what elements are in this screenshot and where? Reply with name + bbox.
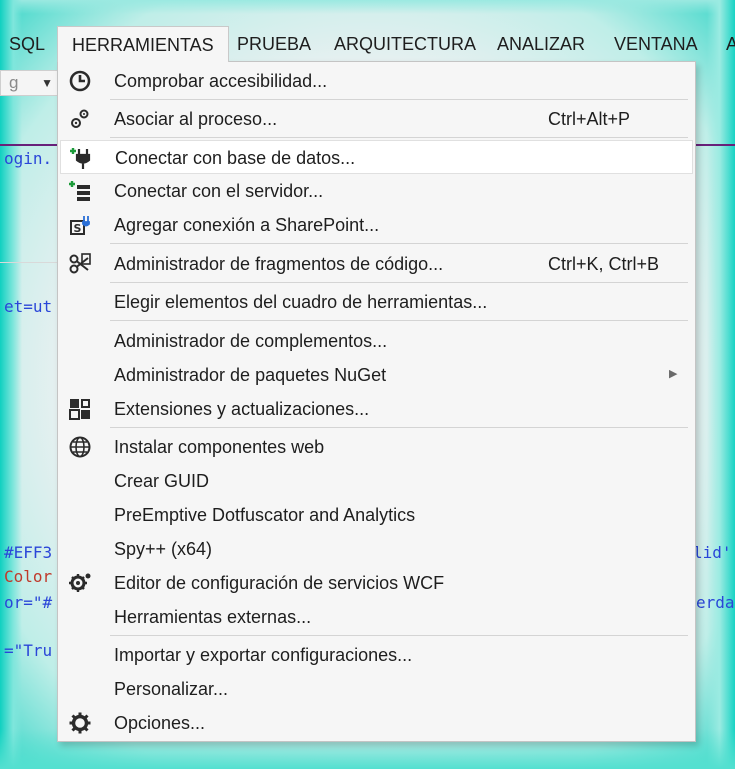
menu-item-conectar-base-datos[interactable]: Conectar con base de datos...: [60, 140, 693, 174]
chevron-down-icon: ▼: [41, 76, 53, 90]
menu-item-conectar-servidor[interactable]: Conectar con el servidor...: [60, 174, 693, 208]
menu-item-label: Instalar componentes web: [114, 437, 325, 457]
menu-separator: [110, 427, 688, 428]
code-fragment: ogin.: [4, 149, 53, 168]
menu-item-label: Editor de configuración de servicios WCF: [114, 573, 445, 593]
svg-text:S: S: [74, 222, 82, 235]
menu-item-opciones[interactable]: Opciones...: [60, 706, 693, 740]
connect-database-icon: [69, 146, 93, 170]
menu-item-label: Administrador de paquetes NuGet: [114, 365, 387, 385]
menu-item-label: Crear GUID: [114, 471, 210, 491]
menu-arquitectura[interactable]: ARQUITECTURA: [334, 34, 476, 55]
menu-separator: [110, 635, 688, 636]
menu-item-editor-wcf[interactable]: Editor de configuración de servicios WCF: [60, 566, 693, 600]
menu-item-instalar-componentes-web[interactable]: Instalar componentes web: [60, 430, 693, 464]
menu-item-label: Conectar con base de datos...: [115, 148, 356, 168]
code-snippets-icon: [68, 252, 92, 276]
wcf-config-icon: [68, 571, 92, 595]
menu-sql[interactable]: SQL: [9, 34, 45, 55]
code-fragment: lid': [693, 543, 732, 562]
code-fragment: erda: [696, 593, 735, 612]
menu-item-label: Administrador de complementos...: [114, 331, 388, 351]
accessibility-check-icon: [68, 69, 92, 93]
desktop-glow-top: [0, 0, 735, 14]
menu-separator: [110, 282, 688, 283]
menu-separator: [110, 320, 688, 321]
menu-prueba[interactable]: PRUEBA: [237, 34, 311, 55]
menu-item-elegir-elementos-cuadro[interactable]: Elegir elementos del cuadro de herramien…: [60, 285, 693, 319]
menu-bar: SQL HERRAMIENTAS PRUEBA ARQUITECTURA ANA…: [0, 26, 735, 62]
code-fragment: et=ut: [4, 297, 53, 316]
menu-item-shortcut: Ctrl+Alt+P: [548, 109, 631, 129]
attach-process-icon: [68, 107, 92, 131]
menu-item-administrador-complementos[interactable]: Administrador de complementos...: [60, 324, 693, 358]
menu-item-label: Herramientas externas...: [114, 607, 312, 627]
menu-separator: [110, 137, 688, 138]
code-fragment: or="#: [4, 593, 53, 612]
sharepoint-icon: S: [68, 213, 92, 237]
code-fragment: #EFF3: [4, 543, 53, 562]
menu-item-label: Extensiones y actualizaciones...: [114, 399, 370, 419]
submenu-arrow-icon: ▶: [669, 368, 678, 380]
gear-icon: [68, 711, 92, 735]
menu-item-nuget[interactable]: Administrador de paquetes NuGet ▶: [60, 358, 693, 392]
toolbar-combo-value: g: [9, 73, 19, 92]
desktop-glow-right: [707, 0, 735, 769]
menu-item-label: Personalizar...: [114, 679, 229, 699]
menu-item-label: Spy++ (x64): [114, 539, 213, 559]
menu-item-label: Agregar conexión a SharePoint...: [114, 215, 380, 235]
menu-item-crear-guid[interactable]: Crear GUID: [60, 464, 693, 498]
menu-item-dotfuscator[interactable]: PreEmptive Dotfuscator and Analytics: [60, 498, 693, 532]
menu-analizar[interactable]: ANALIZAR: [497, 34, 585, 55]
menu-item-importar-exportar[interactable]: Importar y exportar configuraciones...: [60, 638, 693, 672]
code-fragment: Color: [4, 567, 53, 586]
menu-item-label: Elegir elementos del cuadro de herramien…: [114, 292, 488, 312]
web-components-icon: [68, 435, 92, 459]
menu-item-label: Asociar al proceso...: [114, 109, 278, 129]
menu-item-comprobar-accesibilidad[interactable]: Comprobar accesibilidad...: [60, 64, 693, 98]
connect-server-icon: [68, 179, 92, 203]
menu-item-extensiones[interactable]: Extensiones y actualizaciones...: [60, 392, 693, 426]
menu-item-herramientas-externas[interactable]: Herramientas externas...: [60, 600, 693, 634]
toolbar-combo[interactable]: g ▼: [0, 70, 60, 96]
menu-item-label: PreEmptive Dotfuscator and Analytics: [114, 505, 416, 525]
menu-separator: [110, 99, 688, 100]
menu-item-label: Importar y exportar configuraciones...: [114, 645, 413, 665]
menu-item-personalizar[interactable]: Personalizar...: [60, 672, 693, 706]
menu-herramientas[interactable]: HERRAMIENTAS: [57, 26, 229, 62]
menu-item-label: Administrador de fragmentos de código...: [114, 254, 444, 274]
menu-item-fragmentos-codigo[interactable]: Administrador de fragmentos de código...…: [60, 247, 693, 281]
menu-item-label: Comprobar accesibilidad...: [114, 71, 328, 91]
menu-item-shortcut: Ctrl+K, Ctrl+B: [548, 254, 660, 274]
menu-item-spy[interactable]: Spy++ (x64): [60, 532, 693, 566]
menu-item-asociar-proceso[interactable]: Asociar al proceso... Ctrl+Alt+P: [60, 102, 693, 136]
herramientas-dropdown: Comprobar accesibilidad... Asociar al pr…: [57, 61, 696, 742]
code-fragment: ="Tru: [4, 641, 53, 660]
editor-divider: [0, 262, 60, 263]
menu-separator: [110, 243, 688, 244]
menu-item-agregar-sharepoint[interactable]: S Agregar conexión a SharePoint...: [60, 208, 693, 242]
menu-more[interactable]: A: [726, 34, 735, 55]
menu-item-label: Conectar con el servidor...: [114, 181, 324, 201]
menu-ventana[interactable]: VENTANA: [614, 34, 698, 55]
menu-item-label: Opciones...: [114, 713, 206, 733]
extensions-icon: [68, 397, 92, 421]
